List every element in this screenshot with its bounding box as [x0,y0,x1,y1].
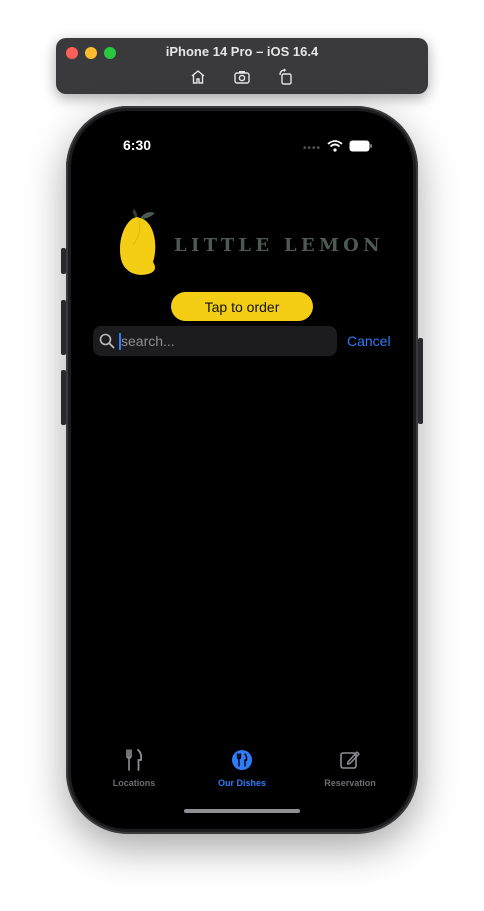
simulator-toolbar: iPhone 14 Pro – iOS 16.4 [56,38,428,94]
cancel-button[interactable]: Cancel [347,333,391,349]
search-icon [99,333,115,354]
tab-reservation[interactable]: Reservation [295,749,405,788]
signal-dots-icon: •••• [302,142,321,154]
volume-up-button [61,300,66,355]
dishes-icon [231,750,253,775]
wifi-icon [327,139,343,157]
tab-locations[interactable]: Locations [79,749,189,788]
tap-to-order-button[interactable]: Tap to order [171,292,313,321]
battery-icon [349,139,373,157]
volume-down-button [61,370,66,425]
status-icons: •••• [303,139,373,157]
tab-our-dishes[interactable]: Our Dishes [187,749,297,788]
simulator-title: iPhone 14 Pro – iOS 16.4 [165,44,319,59]
search-input[interactable]: search... [121,333,175,349]
fork-knife-icon [124,749,144,775]
tab-our-dishes-label: Our Dishes [217,778,266,788]
tab-reservation-label: Reservation [324,778,376,788]
search-field[interactable]: search... [93,326,337,356]
action-button [61,248,66,274]
status-time: 6:30 [123,137,152,153]
phone-screen: 6:30 •••• LITTLE LEMON Tap to order sear… [71,111,413,829]
logo-text: LITTLE LEMON [174,235,384,256]
screenshot-icon[interactable] [233,68,251,86]
home-icon[interactable] [189,68,207,86]
square-pencil-icon [339,751,361,775]
tab-bar: Locations Our Dishes Reservation [71,749,413,799]
home-indicator[interactable] [184,809,300,813]
power-button [418,338,423,424]
lemon-icon [119,209,156,275]
rotate-icon[interactable] [277,68,295,86]
tab-locations-label: Locations [112,778,156,788]
